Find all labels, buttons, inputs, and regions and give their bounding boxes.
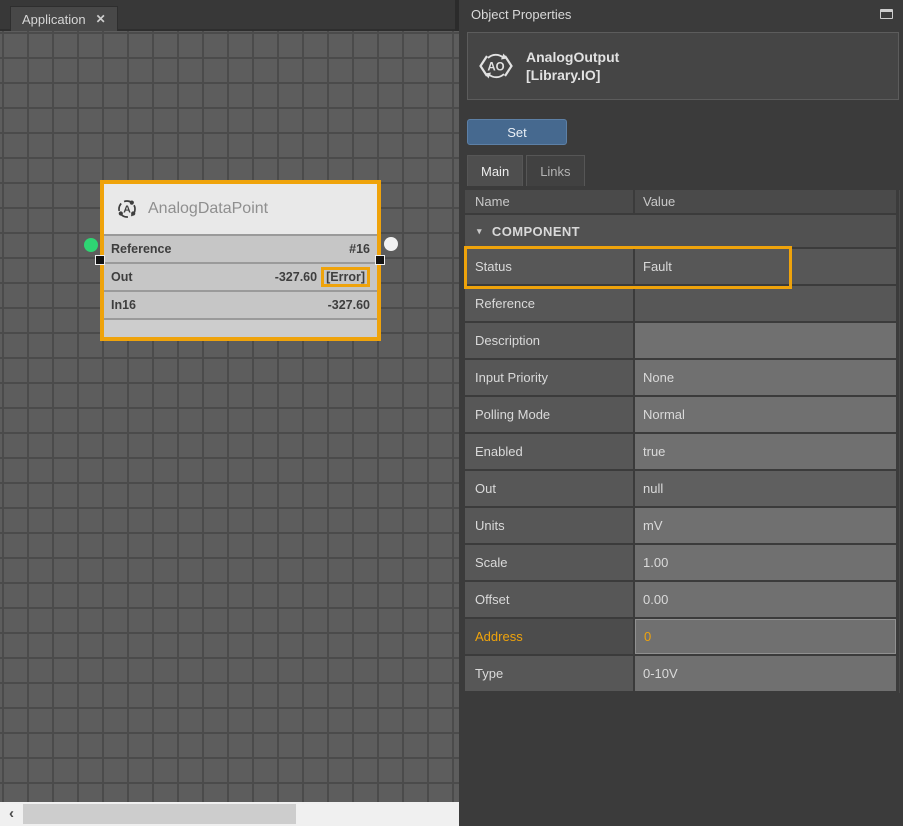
analog-output-icon: AO (478, 48, 514, 84)
output-port[interactable] (384, 237, 398, 251)
property-name: Type (465, 656, 633, 691)
property-table: Name Value ▾ COMPONENT Status Fault Refe… (465, 190, 896, 693)
property-name: Units (465, 508, 633, 543)
object-header-card: AO AnalogOutput [Library.IO] (467, 32, 899, 100)
property-row-description[interactable]: Description (465, 323, 896, 358)
svg-text:A: A (123, 204, 131, 216)
tab-application-label: Application (22, 12, 86, 27)
property-value[interactable] (635, 323, 896, 358)
property-name: Out (465, 471, 633, 506)
property-row-type[interactable]: Type 0-10V (465, 656, 896, 691)
property-value[interactable]: 1.00 (635, 545, 896, 580)
property-row-units[interactable]: Units mV (465, 508, 896, 543)
object-identity: AnalogOutput [Library.IO] (526, 48, 619, 84)
group-row-component[interactable]: ▾ COMPONENT (465, 215, 896, 247)
input-port-connected[interactable] (84, 238, 98, 252)
app-window: Application ✕ A AnalogDataPoint Referenc… (0, 0, 903, 826)
property-name: Offset (465, 582, 633, 617)
node-title: AnalogDataPoint (148, 200, 268, 218)
scroll-left-arrow-icon[interactable]: ‹ (3, 804, 20, 824)
property-value[interactable]: 0-10V (635, 656, 896, 691)
minimize-panel-icon[interactable] (880, 9, 893, 19)
property-row-out[interactable]: Out null (465, 471, 896, 506)
node-row-out[interactable]: Out -327.60 [Error] (104, 262, 377, 290)
horizontal-scrollbar[interactable]: ‹ (0, 802, 459, 826)
node-row-label: Out (111, 270, 133, 284)
property-row-address[interactable]: Address 0 (465, 619, 896, 654)
node-footer (104, 318, 377, 337)
error-badge: [Error] (321, 267, 370, 287)
node-header[interactable]: A AnalogDataPoint (104, 184, 377, 234)
group-label: COMPONENT (492, 224, 580, 239)
node-row-value: #16 (349, 242, 370, 256)
diagram-canvas-area: Application ✕ A AnalogDataPoint Referenc… (0, 0, 459, 826)
tab-main[interactable]: Main (467, 155, 523, 186)
property-row-status[interactable]: Status Fault (465, 249, 896, 284)
property-value[interactable]: Normal (635, 397, 896, 432)
property-value[interactable]: Fault (635, 249, 896, 284)
property-name: Reference (465, 286, 633, 321)
tab-links[interactable]: Links (526, 155, 584, 186)
property-row-reference[interactable]: Reference (465, 286, 896, 321)
panel-title-bar: Object Properties (463, 0, 903, 28)
property-name: Input Priority (465, 360, 633, 395)
property-row-enabled[interactable]: Enabled true (465, 434, 896, 469)
property-name: Status (465, 249, 633, 284)
node-analogdatapoint[interactable]: A AnalogDataPoint Reference #16 Out -327… (100, 180, 381, 341)
svg-text:AO: AO (487, 62, 504, 74)
property-name: Description (465, 323, 633, 358)
object-type-name: AnalogOutput (526, 48, 619, 66)
property-value[interactable]: null (635, 471, 896, 506)
wire-sheet-grid[interactable] (0, 31, 459, 802)
column-header-name: Name (465, 190, 633, 213)
property-name: Scale (465, 545, 633, 580)
property-name: Enabled (465, 434, 633, 469)
property-row-offset[interactable]: Offset 0.00 (465, 582, 896, 617)
node-row-in16[interactable]: In16 -327.60 (104, 290, 377, 318)
property-value[interactable]: true (635, 434, 896, 469)
object-properties-panel: Object Properties AO AnalogOutput [Libra… (463, 0, 903, 826)
tab-application[interactable]: Application ✕ (10, 6, 118, 31)
property-value[interactable]: mV (635, 508, 896, 543)
node-row-reference[interactable]: Reference #16 (104, 234, 377, 262)
object-library: [Library.IO] (526, 66, 619, 84)
collapse-arrow-icon[interactable]: ▾ (477, 226, 482, 237)
node-row-value: -327.60 (275, 270, 317, 284)
panel-scrollbar-track[interactable] (899, 190, 900, 693)
property-value[interactable]: None (635, 360, 896, 395)
property-value-editing[interactable]: 0 (635, 619, 896, 654)
scrollbar-thumb[interactable] (23, 804, 296, 824)
set-button[interactable]: Set (467, 119, 567, 145)
node-row-value: -327.60 (328, 298, 370, 312)
close-icon[interactable]: ✕ (96, 13, 106, 25)
property-value[interactable] (635, 286, 896, 321)
property-row-scale[interactable]: Scale 1.00 (465, 545, 896, 580)
property-tabs: Main Links (467, 155, 585, 186)
panel-title: Object Properties (471, 7, 571, 22)
node-row-label: In16 (111, 298, 136, 312)
table-header-row: Name Value (465, 190, 896, 213)
node-resize-handle-left[interactable] (95, 255, 105, 265)
analog-point-icon: A (116, 198, 138, 220)
node-row-label: Reference (111, 242, 171, 256)
property-row-input-priority[interactable]: Input Priority None (465, 360, 896, 395)
node-resize-handle-right[interactable] (375, 255, 385, 265)
canvas-tab-bar: Application ✕ (0, 0, 455, 31)
property-row-polling-mode[interactable]: Polling Mode Normal (465, 397, 896, 432)
property-name: Polling Mode (465, 397, 633, 432)
column-header-value: Value (635, 190, 896, 213)
property-name: Address (465, 619, 633, 654)
property-value[interactable]: 0.00 (635, 582, 896, 617)
